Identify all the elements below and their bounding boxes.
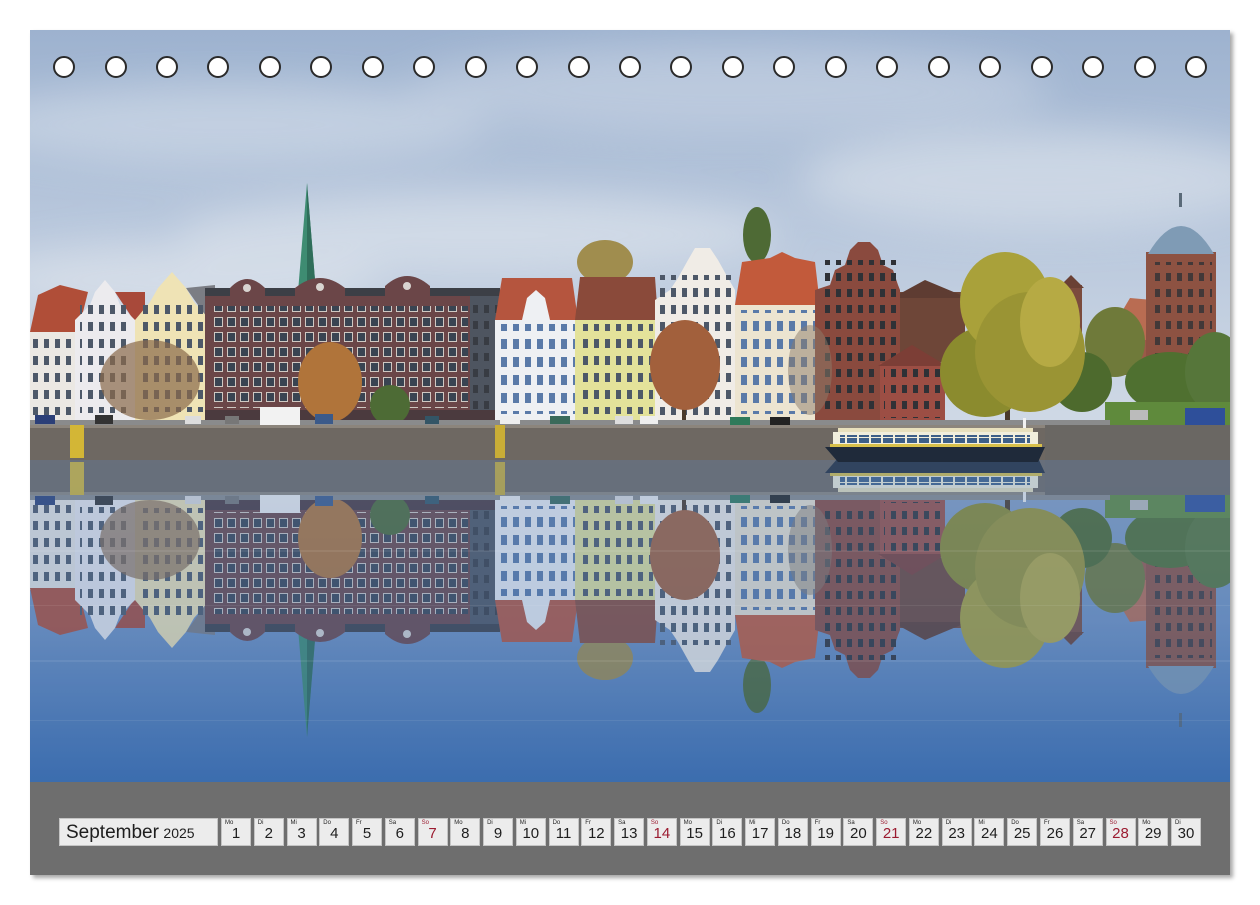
binding-hole	[619, 56, 641, 78]
day-cell: Fr 19	[810, 818, 841, 846]
day-cell: So 28	[1105, 818, 1136, 846]
day-cell: Do 4	[319, 818, 350, 846]
day-number: 19	[817, 825, 835, 842]
binding-hole	[927, 56, 950, 78]
binding-hole	[464, 56, 487, 78]
day-cell: Do 11	[548, 818, 579, 846]
day-number: 26	[1046, 825, 1064, 842]
day-cell: Di 9	[483, 818, 514, 846]
binding-hole	[979, 56, 1002, 78]
water-tint	[30, 460, 1230, 782]
day-number: 18	[784, 825, 802, 842]
day-cell: Sa 20	[843, 818, 874, 846]
day-number: 21	[882, 825, 900, 842]
yellow-house	[575, 277, 658, 425]
day-number: 10	[522, 825, 540, 842]
day-cell: Mi 10	[515, 818, 546, 846]
day-number: 14	[653, 825, 671, 842]
day-number: 5	[362, 825, 372, 842]
day-number: 7	[428, 825, 437, 842]
day-number: 11	[555, 825, 572, 842]
day-cell: Mo 22	[908, 818, 939, 846]
day-number: 4	[330, 825, 339, 842]
month-label: September 2025	[59, 818, 218, 846]
day-number: 24	[981, 825, 998, 842]
day-number: 23	[948, 825, 966, 842]
day-cell: Do 25	[1007, 818, 1038, 846]
binding-hole	[824, 56, 847, 78]
day-cell: Fr 12	[581, 818, 612, 846]
binding-hole	[1133, 56, 1156, 78]
binding-hole	[876, 56, 899, 78]
day-cell: Sa 27	[1072, 818, 1103, 846]
binding-hole	[207, 56, 230, 78]
day-cell: Mo 29	[1138, 818, 1169, 846]
day-number: 12	[587, 825, 605, 842]
day-cell: Di 16	[712, 818, 743, 846]
day-cell: So 14	[646, 818, 677, 846]
month-year: 2025	[163, 825, 195, 841]
day-cell: Mo 15	[679, 818, 710, 846]
day-cell: Mi 3	[286, 818, 317, 846]
day-number: 1	[231, 825, 241, 842]
binding-hole	[516, 56, 539, 78]
quay-wall	[30, 425, 1230, 460]
day-number: 2	[264, 825, 273, 842]
photo	[30, 30, 1230, 782]
day-cell: Sa 6	[384, 818, 415, 846]
day-cell: So 7	[417, 818, 448, 846]
binding-hole	[670, 56, 693, 78]
day-cell: Fr 26	[1040, 818, 1070, 846]
binding-hole	[310, 56, 333, 78]
day-number: 20	[850, 825, 867, 842]
day-cell: Sa 13	[614, 818, 645, 846]
day-cell: So 21	[876, 818, 907, 846]
binding-hole	[258, 56, 281, 78]
calendar-bar: September 2025 Mo 1 Di 2 Mi 3 Do 4 Fr 5 Sa 6 So 7 Mo 8 D…	[30, 782, 1230, 875]
binding-hole	[1030, 56, 1053, 78]
day-number: 29	[1144, 825, 1162, 842]
binding-holes	[30, 30, 1230, 110]
day-number: 13	[620, 825, 638, 842]
day-number: 22	[915, 825, 933, 842]
day-cell: Mo 8	[450, 818, 481, 846]
binding-hole	[773, 56, 796, 78]
binding-hole	[104, 56, 127, 78]
day-number: 15	[686, 825, 703, 842]
day-cell: Mi 24	[974, 818, 1005, 846]
day-cell: Mi 17	[745, 818, 776, 846]
day-cell: Di 2	[253, 818, 284, 846]
day-number: 3	[297, 825, 306, 842]
day-number: 8	[461, 825, 470, 842]
white-blue-house	[495, 278, 578, 425]
binding-hole	[721, 56, 744, 78]
day-cell: Di 30	[1171, 818, 1201, 846]
calendar-page: September 2025 Mo 1 Di 2 Mi 3 Do 4 Fr 5 Sa 6 So 7 Mo 8 D…	[30, 30, 1230, 875]
day-cell: Di 23	[941, 818, 972, 846]
month-name: September	[66, 822, 159, 843]
binding-hole	[361, 56, 384, 78]
binding-hole	[413, 56, 436, 78]
day-cell: Do 18	[777, 818, 808, 846]
binding-hole	[567, 56, 590, 78]
day-number: 6	[395, 825, 404, 842]
binding-hole	[1184, 56, 1207, 78]
binding-hole	[53, 56, 75, 78]
day-cell: Mo 1	[221, 818, 251, 846]
binding-hole	[155, 56, 178, 78]
binding-hole	[1082, 56, 1104, 78]
day-number: 25	[1013, 825, 1031, 842]
day-number: 9	[493, 825, 503, 842]
day-number: 17	[751, 825, 769, 842]
day-number: 27	[1079, 825, 1097, 842]
day-cell: Fr 5	[352, 818, 382, 846]
day-number: 16	[719, 825, 736, 842]
day-number: 28	[1112, 825, 1129, 842]
day-number: 30	[1177, 825, 1195, 842]
